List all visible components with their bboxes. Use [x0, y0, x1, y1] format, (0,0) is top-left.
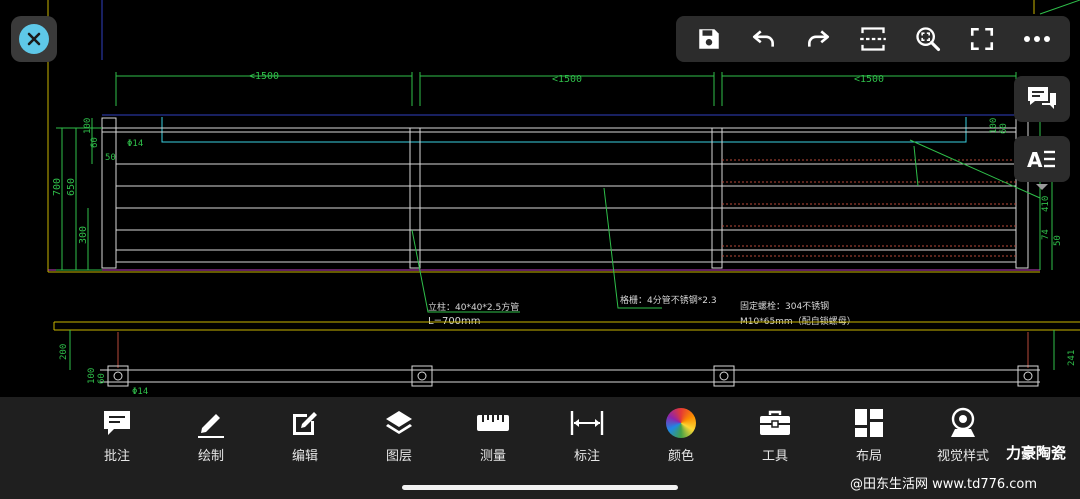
brand-watermark: 力豪陶瓷: [1006, 444, 1067, 462]
save-button[interactable]: [689, 19, 729, 59]
note-bolt: 固定螺栓：304不锈钢: [740, 300, 829, 312]
more-button[interactable]: [1017, 19, 1057, 59]
tool-label: 工具: [761, 449, 788, 464]
dim-700: 700: [52, 178, 63, 196]
more-icon: [1023, 36, 1050, 42]
note-bolt-size: M10*65mm（配自锁螺母）: [740, 315, 856, 327]
tool-edit[interactable]: 编辑: [258, 405, 352, 465]
dim-right-60: 60: [999, 123, 1009, 134]
close-icon: [19, 24, 49, 54]
toolbox-icon: [760, 410, 790, 435]
top-toolbar: [676, 16, 1070, 62]
tool-toolbox[interactable]: 工具: [728, 405, 822, 465]
leader-line: [1039, 0, 1080, 15]
tool-label: 布局: [855, 449, 882, 464]
phi-label-plan: Φ14: [132, 387, 148, 397]
dim-300: 300: [78, 226, 89, 244]
tool-label: 绘制: [197, 449, 224, 464]
visual-style-icon: [951, 407, 975, 437]
tool-annotate[interactable]: 批注: [70, 405, 164, 465]
dim-label-3: <1500: [854, 74, 884, 85]
railing-elevation: [101, 117, 1029, 269]
save-icon: [699, 29, 720, 49]
tool-label: 图层: [385, 449, 412, 464]
expand-arrow-icon[interactable]: [1034, 183, 1050, 191]
tool-label: 批注: [103, 449, 130, 464]
layout-icon: [855, 409, 883, 437]
dimension-icon: [570, 411, 604, 435]
inner-rail: [161, 117, 967, 143]
tool-layout[interactable]: 布局: [822, 405, 916, 465]
svg-text:A: A: [1027, 148, 1043, 171]
tool-label: 标注: [573, 449, 600, 464]
dim-60: 60: [90, 137, 100, 148]
edit-icon: [293, 412, 317, 435]
ruler-icon: [477, 415, 509, 431]
dim-plan-241: 241: [1067, 350, 1077, 366]
dim-right-50: 50: [1053, 235, 1063, 246]
zoom-fit-icon: [915, 27, 940, 52]
dim-plan-60: 60: [97, 373, 107, 384]
dim-100: 100: [83, 118, 93, 134]
tool-label: 颜色: [667, 449, 694, 464]
dim-right-74: 74: [1041, 229, 1051, 240]
dim-plan-200: 200: [59, 344, 69, 360]
annotate-icon: [104, 411, 130, 435]
phi-label: Φ14: [127, 139, 143, 149]
redo-button[interactable]: [798, 19, 838, 59]
note-post: 立柱：40*40*2.5方管: [428, 301, 519, 313]
frame-select-icon: [860, 27, 886, 51]
leader-lines: [411, 145, 919, 313]
undo-icon: [752, 30, 774, 47]
tool-label: 视觉样式: [936, 449, 989, 464]
dim-label-1: <1500: [249, 71, 279, 82]
comments-button[interactable]: [1014, 76, 1070, 122]
layers-icon: [386, 411, 412, 434]
undo-button[interactable]: [744, 19, 784, 59]
tool-draw[interactable]: 绘制: [164, 405, 258, 465]
zoom-fit-button[interactable]: [908, 19, 948, 59]
dim-650: 650: [66, 178, 77, 196]
fullscreen-icon: [971, 27, 994, 51]
tool-layers[interactable]: 图层: [352, 405, 446, 465]
tool-label: 测量: [479, 449, 506, 464]
tool-measure[interactable]: 测量: [446, 405, 540, 465]
plan-view: [53, 321, 1080, 387]
tool-label: 编辑: [291, 449, 318, 464]
tool-color[interactable]: 颜色: [634, 405, 728, 465]
frame-select-button[interactable]: [853, 19, 893, 59]
dim-right-100: 100: [989, 118, 999, 134]
dim-plan-100: 100: [87, 368, 97, 384]
dim-right-410: 410: [1041, 196, 1051, 212]
note-rail: 格栅：4分管不锈钢*2.3: [620, 294, 717, 306]
dim-label-2: <1500: [552, 74, 582, 85]
comment-icon: [1028, 87, 1056, 109]
close-button[interactable]: [11, 16, 57, 62]
text-style-icon: A: [1027, 148, 1055, 171]
redo-icon: [808, 30, 830, 47]
tool-dimension[interactable]: 标注: [540, 405, 634, 465]
fullscreen-button[interactable]: [962, 19, 1002, 59]
color-wheel-icon: [666, 408, 696, 438]
text-style-button[interactable]: A: [1014, 136, 1070, 182]
tool-visual-style[interactable]: 视觉样式: [916, 405, 1010, 465]
pencil-icon: [198, 414, 224, 438]
home-indicator[interactable]: [402, 485, 678, 490]
dim-50: 50: [105, 153, 116, 163]
site-watermark: @田东生活网 www.td776.com: [850, 477, 1038, 492]
